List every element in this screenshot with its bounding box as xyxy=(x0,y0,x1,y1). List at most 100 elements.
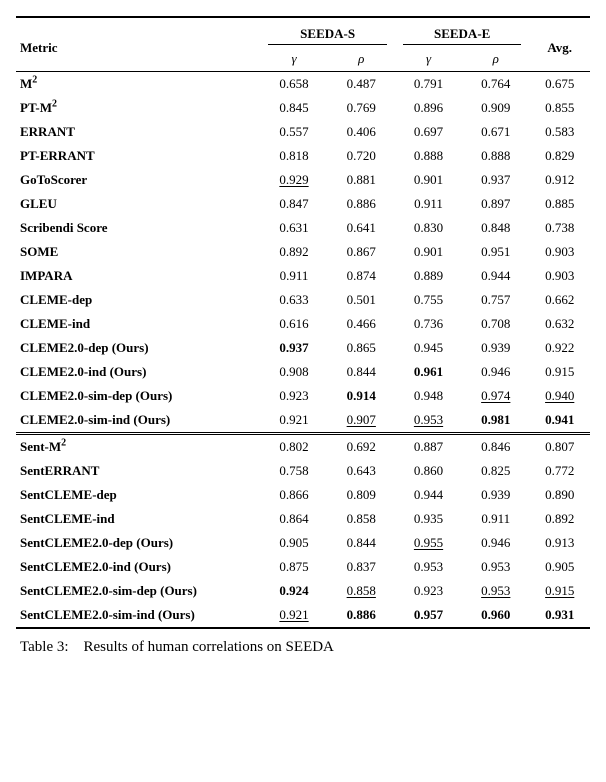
value: 0.848 xyxy=(477,220,515,236)
table-row: SentCLEME2.0-ind (Ours)0.8750.8370.9530.… xyxy=(16,555,590,579)
table-cell: 0.866 xyxy=(260,483,327,507)
table-cell: 0.616 xyxy=(260,312,327,336)
metric-name: Sent-M2 xyxy=(16,434,260,460)
value: 0.886 xyxy=(342,607,380,623)
table-cell: 0.875 xyxy=(260,555,327,579)
value: 0.901 xyxy=(410,244,448,260)
value: 0.911 xyxy=(410,196,448,212)
value: 0.974 xyxy=(477,388,515,404)
table-cell: 0.662 xyxy=(529,288,590,312)
value: 0.888 xyxy=(477,148,515,164)
table-row: SentCLEME2.0-sim-ind (Ours)0.9210.8860.9… xyxy=(16,603,590,628)
table-cell: 0.960 xyxy=(462,603,529,628)
table-cell: 0.675 xyxy=(529,72,590,97)
value: 0.939 xyxy=(477,340,515,356)
table-cell: 0.764 xyxy=(462,72,529,97)
table-cell: 0.948 xyxy=(395,384,462,408)
value: 0.616 xyxy=(275,316,313,332)
metric-name: SentCLEME2.0-sim-dep (Ours) xyxy=(16,579,260,603)
table-cell: 0.692 xyxy=(328,434,395,460)
table-cell: 0.937 xyxy=(260,336,327,360)
table-cell: 0.913 xyxy=(529,531,590,555)
table-cell: 0.858 xyxy=(328,579,395,603)
value: 0.825 xyxy=(477,463,515,479)
table-cell: 0.915 xyxy=(529,360,590,384)
table-cell: 0.825 xyxy=(462,459,529,483)
metric-name: SentCLEME-dep xyxy=(16,483,260,507)
table-row: ERRANT0.5570.4060.6970.6710.583 xyxy=(16,120,590,144)
metric-name: SentCLEME2.0-ind (Ours) xyxy=(16,555,260,579)
header-metric: Metric xyxy=(16,17,260,72)
value: 0.951 xyxy=(477,244,515,260)
value: 0.941 xyxy=(541,412,579,428)
metric-name: CLEME-dep xyxy=(16,288,260,312)
value: 0.847 xyxy=(275,196,313,212)
header-group-seeda-e: SEEDA-E xyxy=(395,17,530,47)
metric-name: PT-M2 xyxy=(16,96,260,120)
value: 0.953 xyxy=(410,412,448,428)
value: 0.953 xyxy=(410,559,448,575)
table-cell: 0.953 xyxy=(462,555,529,579)
table-cell: 0.557 xyxy=(260,120,327,144)
table-row: CLEME2.0-sim-dep (Ours)0.9230.9140.9480.… xyxy=(16,384,590,408)
value: 0.888 xyxy=(410,148,448,164)
value: 0.844 xyxy=(342,535,380,551)
table-row: SentCLEME2.0-sim-dep (Ours)0.9240.8580.9… xyxy=(16,579,590,603)
table-cell: 0.961 xyxy=(395,360,462,384)
header-s-gamma: γ xyxy=(260,47,327,72)
value: 0.844 xyxy=(342,364,380,380)
table-cell: 0.758 xyxy=(260,459,327,483)
table-cell: 0.818 xyxy=(260,144,327,168)
value: 0.915 xyxy=(541,583,579,599)
value: 0.953 xyxy=(477,559,515,575)
table-cell: 0.791 xyxy=(395,72,462,97)
value: 0.946 xyxy=(477,535,515,551)
metric-name: SentCLEME-ind xyxy=(16,507,260,531)
value: 0.922 xyxy=(541,340,579,356)
value: 0.944 xyxy=(410,487,448,503)
table-cell: 0.946 xyxy=(462,360,529,384)
metric-name: SentCLEME2.0-dep (Ours) xyxy=(16,531,260,555)
value: 0.708 xyxy=(477,316,515,332)
value: 0.802 xyxy=(275,439,313,455)
table-cell: 0.946 xyxy=(462,531,529,555)
results-table: Metric SEEDA-S SEEDA-E Avg. γ ρ γ ρ M20.… xyxy=(16,16,590,629)
metric-name: SOME xyxy=(16,240,260,264)
table-cell: 0.643 xyxy=(328,459,395,483)
table-cell: 0.931 xyxy=(529,603,590,628)
table-cell: 0.908 xyxy=(260,360,327,384)
table-cell: 0.830 xyxy=(395,216,462,240)
value: 0.961 xyxy=(410,364,448,380)
table-cell: 0.848 xyxy=(462,216,529,240)
value: 0.406 xyxy=(342,124,380,140)
value: 0.905 xyxy=(275,535,313,551)
value: 0.957 xyxy=(410,607,448,623)
table-cell: 0.939 xyxy=(462,483,529,507)
metric-name: CLEME2.0-sim-ind (Ours) xyxy=(16,408,260,434)
table-cell: 0.697 xyxy=(395,120,462,144)
table-cell: 0.953 xyxy=(462,579,529,603)
table-cell: 0.406 xyxy=(328,120,395,144)
table-cell: 0.896 xyxy=(395,96,462,120)
value: 0.641 xyxy=(342,220,380,236)
value: 0.864 xyxy=(275,511,313,527)
table-cell: 0.897 xyxy=(462,192,529,216)
cmidrule-e xyxy=(403,44,522,45)
value: 0.897 xyxy=(477,196,515,212)
table-cell: 0.807 xyxy=(529,434,590,460)
table-cell: 0.874 xyxy=(328,264,395,288)
value: 0.720 xyxy=(342,148,380,164)
table-cell: 0.901 xyxy=(395,240,462,264)
value: 0.887 xyxy=(410,439,448,455)
value: 0.946 xyxy=(477,364,515,380)
table-cell: 0.953 xyxy=(395,555,462,579)
value: 0.633 xyxy=(275,292,313,308)
table-cell: 0.632 xyxy=(529,312,590,336)
table-cell: 0.865 xyxy=(328,336,395,360)
value: 0.632 xyxy=(541,316,579,332)
metric-name: SentERRANT xyxy=(16,459,260,483)
table-cell: 0.802 xyxy=(260,434,327,460)
header-group-seeda-s-label: SEEDA-S xyxy=(300,26,355,41)
table-cell: 0.487 xyxy=(328,72,395,97)
header-e-rho: ρ xyxy=(462,47,529,72)
